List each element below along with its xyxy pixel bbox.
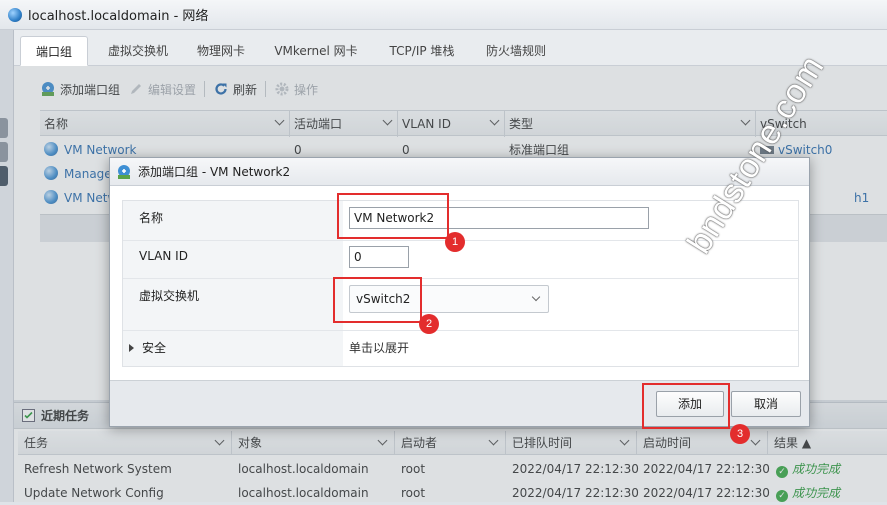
security-label: 安全 — [142, 341, 167, 355]
dialog-title: 添加端口组 - VM Network2 — [138, 165, 291, 179]
vswitch-label: 虚拟交换机 — [123, 279, 343, 330]
tab-vmkernel-nics[interactable]: VMkernel 网卡 — [270, 36, 362, 66]
panel-handle[interactable] — [0, 118, 8, 138]
tab-firewall-rules[interactable]: 防火墙规则 — [480, 36, 552, 66]
highlight-vswitch-field — [333, 277, 422, 323]
panel-handle[interactable] — [0, 142, 8, 162]
tab-bar: 端口组 虚拟交换机 物理网卡 VMkernel 网卡 TCP/IP 堆栈 防火墙… — [14, 30, 887, 66]
name-label: 名称 — [123, 201, 343, 240]
window-title: localhost.localdomain - 网络 — [28, 9, 209, 24]
tab-virtual-switches[interactable]: 虚拟交换机 — [94, 36, 182, 66]
step-badge-1: 1 — [445, 232, 465, 252]
chevron-down-icon — [531, 292, 541, 302]
highlight-add-button — [642, 383, 730, 429]
network-globe-icon — [8, 7, 22, 22]
tab-tcpip-stacks[interactable]: TCP/IP 堆栈 — [382, 36, 462, 66]
expand-triangle-icon — [129, 344, 134, 352]
vlan-label: VLAN ID — [123, 241, 343, 278]
cancel-button[interactable]: 取消 — [731, 391, 801, 417]
security-label-cell[interactable]: 安全 — [123, 331, 343, 366]
dialog-title-bar: 添加端口组 - VM Network2 — [110, 158, 809, 186]
vlan-id-input[interactable]: 0 — [349, 246, 409, 268]
highlight-name-field — [337, 193, 449, 239]
tab-physical-nics[interactable]: 物理网卡 — [188, 36, 254, 66]
panel-handle[interactable] — [0, 166, 8, 186]
tab-port-groups[interactable]: 端口组 — [20, 36, 88, 66]
step-badge-2: 2 — [419, 314, 439, 334]
security-expand-hint[interactable]: 单击以展开 — [343, 331, 409, 366]
step-badge-3: 3 — [730, 424, 750, 444]
form-row-vswitch: 虚拟交换机 vSwitch2 — [123, 279, 798, 331]
add-portgroup-icon — [118, 164, 130, 179]
window-title-bar: localhost.localdomain - 网络 — [0, 0, 887, 30]
form-row-security[interactable]: 安全 单击以展开 — [123, 331, 798, 366]
left-collapsed-panel[interactable] — [0, 30, 14, 502]
